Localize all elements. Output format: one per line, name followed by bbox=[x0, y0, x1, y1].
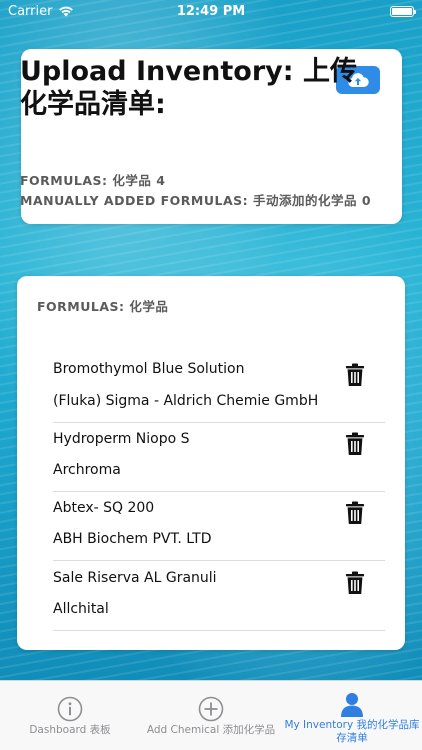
clock: 12:49 PM bbox=[176, 3, 246, 19]
manual-count-value: 0 bbox=[361, 193, 372, 208]
trash-icon[interactable] bbox=[345, 571, 365, 595]
manual-count-line: MANUALLY ADDED FORMULAS: 手动添加的化学品 0 bbox=[20, 190, 371, 209]
trash-icon[interactable] bbox=[345, 501, 365, 525]
divider bbox=[53, 630, 385, 631]
tab-add-chemical[interactable]: Add Chemical 添加化学品 bbox=[141, 681, 281, 750]
battery-icon bbox=[390, 5, 416, 17]
tab-label: Add Chemical 添加化学品 bbox=[146, 724, 276, 736]
page-title: Upload Inventory: 上传化学品清单: bbox=[20, 56, 357, 120]
info-circle-icon bbox=[57, 696, 83, 722]
divider bbox=[53, 422, 385, 423]
plus-circle-icon bbox=[198, 696, 224, 722]
tab-label: My Inventory 我的化学品库存清单 bbox=[284, 719, 420, 744]
person-icon bbox=[341, 693, 363, 717]
formulas-section-title: FORMULAS: 化学品 bbox=[37, 299, 169, 314]
trash-icon[interactable] bbox=[345, 363, 365, 387]
tab-my-inventory[interactable]: My Inventory 我的化学品库存清单 bbox=[282, 681, 422, 750]
tab-dashboard[interactable]: Dashboard 表板 bbox=[20, 681, 120, 750]
formulas-count-value: 4 bbox=[156, 173, 166, 188]
chemical-supplier: ABH Biochem PVT. LTD bbox=[53, 531, 212, 547]
divider bbox=[53, 560, 385, 561]
manual-count-label: MANUALLY ADDED FORMULAS: 手动添加的化学品 bbox=[20, 193, 357, 208]
trash-icon[interactable] bbox=[345, 432, 365, 456]
chemical-name: Bromothymol Blue Solution bbox=[53, 361, 245, 377]
status-bar: Carrier 12:49 PM bbox=[0, 0, 422, 22]
formulas-count-label: FORMULAS: 化学品 bbox=[20, 173, 152, 188]
chemical-name: Abtex- SQ 200 bbox=[53, 500, 155, 516]
tab-bar: Dashboard 表板 Add Chemical 添加化学品 My Inven… bbox=[0, 680, 422, 750]
tab-label: Dashboard 表板 bbox=[29, 724, 111, 736]
chemical-name: Hydroperm Niopo S bbox=[53, 431, 190, 447]
chemical-name: Sale Riserva AL Granuli bbox=[53, 570, 217, 586]
divider bbox=[53, 491, 385, 492]
chemical-supplier: (Fluka) Sigma - Aldrich Chemie GmbH bbox=[53, 393, 319, 409]
chemical-supplier: Allchital bbox=[53, 601, 109, 617]
formulas-count-line: FORMULAS: 化学品 4 bbox=[20, 170, 165, 189]
chemical-supplier: Archroma bbox=[53, 462, 121, 478]
